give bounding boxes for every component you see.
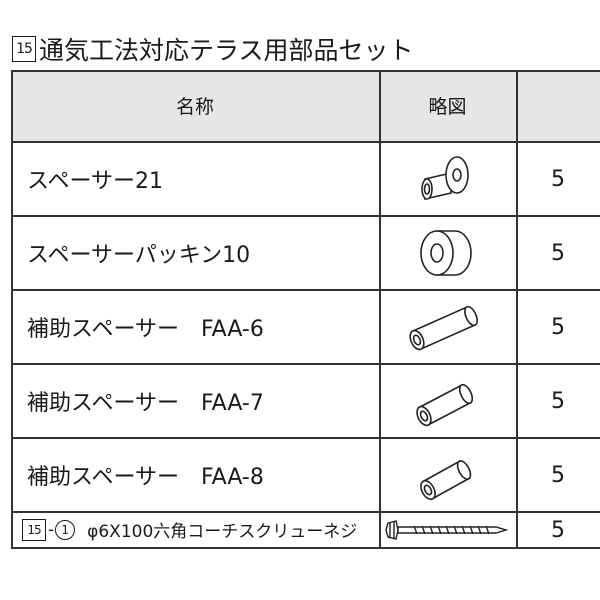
screw-number-box: 15: [22, 518, 46, 541]
part-name: スペーサー21: [27, 169, 164, 194]
page-title: 15 通気工法対応テラス用部品セット: [12, 32, 414, 66]
table-border-top: [11, 70, 600, 72]
title-text: 通気工法対応テラス用部品セット: [39, 36, 414, 65]
header-name: 名称: [175, 96, 214, 118]
screw-name: 15 - 1 φ6X100六角コーチスクリューネジ: [22, 513, 357, 546]
part-qty: 5: [551, 314, 565, 340]
flanged-spacer-icon: [379, 143, 516, 215]
header-figure: 略図: [428, 96, 467, 118]
screw-row: 15 - 1 φ6X100六角コーチスクリューネジ: [11, 513, 379, 547]
title-number-box: 15: [12, 36, 36, 62]
table-border-bottom: [11, 547, 600, 549]
part-qty: 5: [551, 462, 565, 488]
part-qty: 5: [551, 166, 565, 192]
part-name: 補助スペーサー FAA-6: [27, 317, 264, 342]
header-qty: [516, 70, 600, 141]
ring-packing-icon: [379, 217, 516, 289]
part-name: 補助スペーサー FAA-7: [27, 391, 264, 416]
hex-coach-screw-icon: [379, 513, 516, 547]
part-qty: 5: [551, 388, 565, 414]
parts-table: 名称 略図 スペーサー21 5 スペーサーパッキン10 5 補助スペーサー FA…: [11, 70, 600, 550]
part-qty: 5: [551, 240, 565, 266]
screw-label: φ6X100六角コーチスクリューネジ: [87, 522, 358, 542]
medium-tube-spacer-icon: [379, 365, 516, 437]
short-tube-spacer-icon: [379, 439, 516, 511]
screw-circled-number: 1: [55, 519, 76, 540]
long-tube-spacer-icon: [379, 291, 516, 363]
part-name: スペーサーパッキン10: [27, 243, 251, 268]
screw-qty: 5: [551, 517, 565, 543]
table-border-left: [11, 70, 13, 549]
part-name: 補助スペーサー FAA-8: [27, 465, 264, 490]
screw-dash: -: [48, 519, 55, 540]
